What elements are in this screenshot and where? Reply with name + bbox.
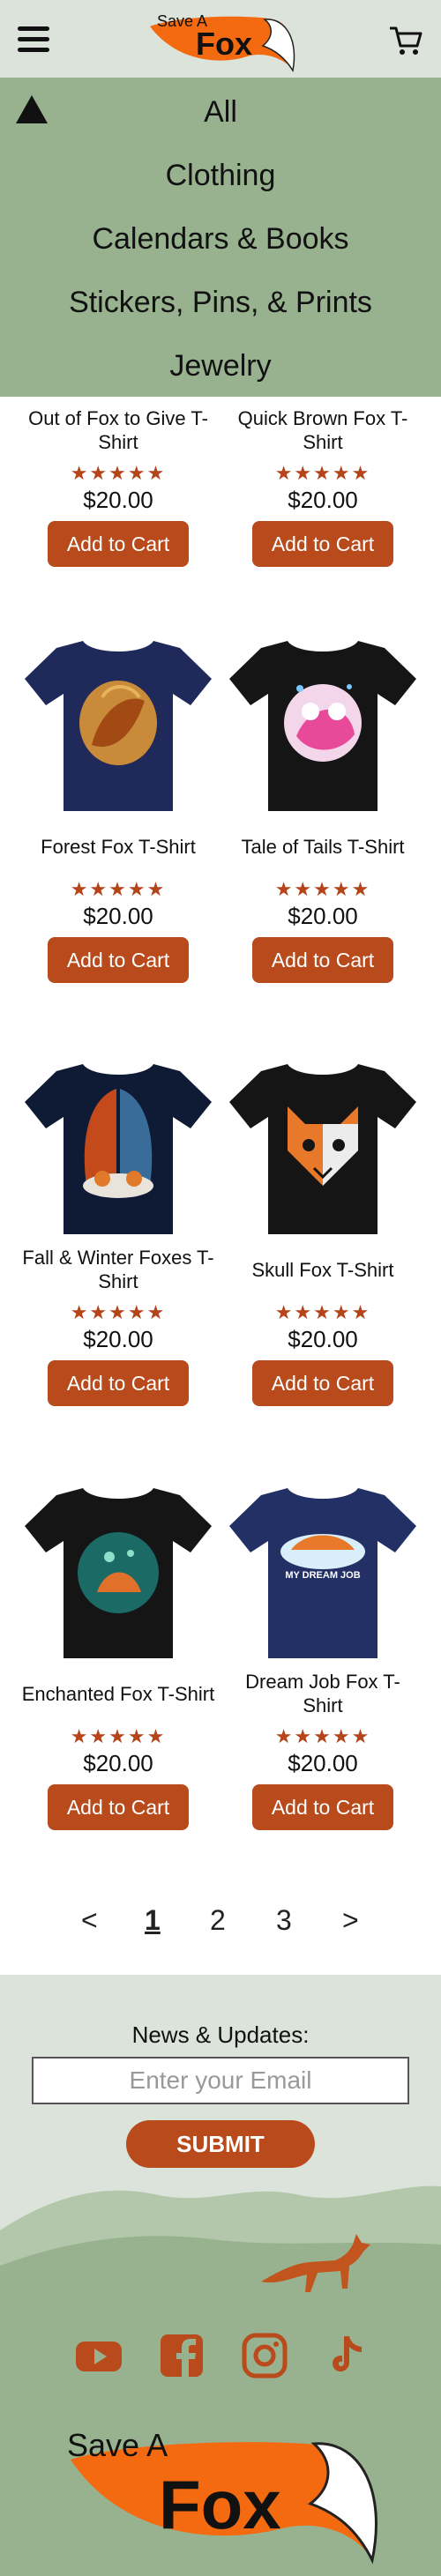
add-to-cart-button[interactable]: Add to Cart [48,521,189,567]
rating-stars: ★★★★★ [70,462,167,484]
product-card: Tale of Tails T-Shirt ★★★★★ $20.00 Add t… [226,630,420,983]
submit-button[interactable]: SUBMIT [126,2120,315,2168]
menu-icon[interactable] [18,26,49,53]
nav-item-jewelry[interactable]: Jewelry [0,349,441,383]
product-name[interactable]: Enchanted Fox T-Shirt [21,1667,215,1720]
product-price: $20.00 [83,1326,153,1352]
product-image[interactable] [226,1053,420,1239]
product-image[interactable] [226,630,420,815]
product-price: $20.00 [288,487,358,513]
youtube-icon[interactable] [74,2331,123,2380]
nav-item-all[interactable]: All [0,95,441,130]
rating-stars: ★★★★★ [70,878,167,900]
product-card: Quick Brown Fox T-Shirt ★★★★★ $20.00 Add… [226,404,420,567]
footer-logo[interactable]: Save A Fox [53,2416,388,2565]
product-name[interactable]: Tale of Tails T-Shirt [226,820,420,873]
add-to-cart-button[interactable]: Add to Cart [48,937,189,983]
page-3-link[interactable]: 3 [276,1904,292,1937]
product-card: Forest Fox T-Shirt ★★★★★ $20.00 Add to C… [21,630,215,983]
rating-stars: ★★★★★ [274,878,371,900]
product-price: $20.00 [83,903,153,929]
product-price: $20.00 [288,1750,358,1776]
tiktok-icon[interactable] [323,2331,372,2380]
product-image[interactable]: MY DREAM JOB [226,1478,420,1663]
shirt-print-text: MY DREAM JOB [285,1570,360,1581]
product-name[interactable]: Forest Fox T-Shirt [21,820,215,873]
product-card: Skull Fox T-Shirt ★★★★★ $20.00 Add to Ca… [226,1053,420,1406]
product-card: Fall & Winter Foxes T-Shirt ★★★★★ $20.00… [21,1053,215,1406]
product-name[interactable]: Quick Brown Fox T-Shirt [226,404,420,457]
site-header: Save A Fox [0,0,441,78]
logo-text-fox: Fox [196,26,252,62]
rating-stars: ★★★★★ [274,1301,371,1323]
product-price: $20.00 [288,903,358,929]
product-price: $20.00 [83,487,153,513]
instagram-icon[interactable] [240,2331,289,2380]
rating-stars: ★★★★★ [274,462,371,484]
product-name[interactable]: Out of Fox to Give T-Shirt [21,404,215,457]
fox-silhouette [261,2234,370,2292]
add-to-cart-button[interactable]: Add to Cart [252,521,393,567]
next-page-button[interactable]: > [342,1904,359,1937]
product-card: Out of Fox to Give T-Shirt ★★★★★ $20.00 … [21,404,215,567]
product-card: Enchanted Fox T-Shirt ★★★★★ $20.00 Add t… [21,1478,215,1830]
page-2-link[interactable]: 2 [210,1904,226,1937]
add-to-cart-button[interactable]: Add to Cart [252,1360,393,1406]
add-to-cart-button[interactable]: Add to Cart [252,937,393,983]
newsletter-title: News & Updates: [131,2021,310,2048]
product-image[interactable] [21,1053,215,1239]
product-name[interactable]: Fall & Winter Foxes T-Shirt [21,1243,215,1296]
product-price: $20.00 [83,1750,153,1776]
add-to-cart-button[interactable]: Add to Cart [252,1784,393,1830]
product-card: MY DREAM JOB Dream Job Fox T-Shirt ★★★★★… [226,1478,420,1830]
footer-logo-text-fox: Fox [159,2466,281,2543]
rating-stars: ★★★★★ [70,1301,167,1323]
page-1-link[interactable]: 1 [145,1904,161,1937]
nav-item-calendars-books[interactable]: Calendars & Books [0,222,441,257]
nav-item-stickers[interactable]: Stickers, Pins, & Prints [0,286,441,320]
facebook-icon[interactable] [157,2331,206,2380]
product-name[interactable]: Skull Fox T-Shirt [226,1243,420,1296]
product-image[interactable] [21,630,215,815]
footer-logo-text-top: Save A [67,2427,168,2463]
site-logo[interactable]: Save A Fox [141,7,300,74]
product-image[interactable] [21,1478,215,1663]
add-to-cart-button[interactable]: Add to Cart [48,1360,189,1406]
nav-item-clothing[interactable]: Clothing [0,159,441,193]
email-field[interactable]: Enter your Email [32,2057,409,2104]
product-price: $20.00 [288,1326,358,1352]
pagination: < 1 2 3 > [0,1904,441,1948]
rating-stars: ★★★★★ [274,1725,371,1747]
prev-page-button[interactable]: < [81,1904,98,1937]
add-to-cart-button[interactable]: Add to Cart [48,1784,189,1830]
product-name[interactable]: Dream Job Fox T-Shirt [226,1667,420,1720]
cart-icon[interactable] [388,25,423,56]
rating-stars: ★★★★★ [70,1725,167,1747]
